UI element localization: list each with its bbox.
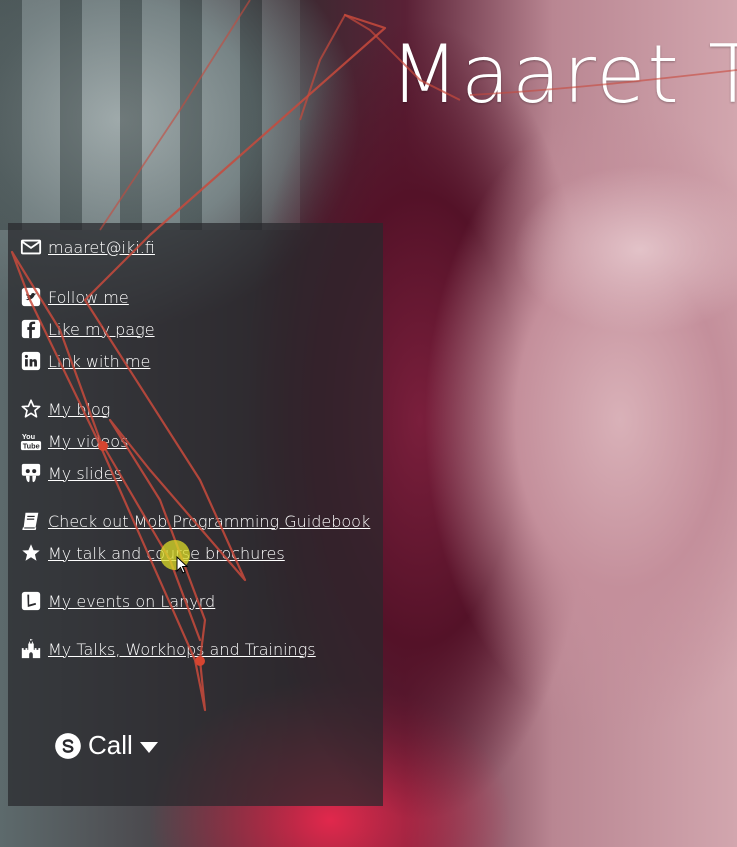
slides-label[interactable]: My slides xyxy=(48,464,122,483)
star-outline-icon xyxy=(20,398,42,420)
blog-link[interactable]: My blog xyxy=(20,398,110,420)
contact-panel: maaret@iki.fi Follow me Like my page Lin… xyxy=(8,223,383,806)
call-label[interactable]: Call xyxy=(88,730,133,761)
twitter-link[interactable]: Follow me xyxy=(20,286,129,308)
facebook-icon xyxy=(20,318,42,340)
mouse-pointer-icon xyxy=(176,556,188,574)
star-icon xyxy=(20,542,42,564)
svg-text:Tube: Tube xyxy=(23,441,40,450)
brochures-link[interactable]: My talk and course brochures xyxy=(20,542,285,564)
svg-text:You: You xyxy=(22,432,35,441)
facebook-label[interactable]: Like my page xyxy=(48,320,155,339)
page-title: Maaret T xyxy=(390,28,737,121)
videos-label[interactable]: My videos xyxy=(48,432,128,451)
videos-link[interactable]: You Tube My videos xyxy=(20,430,128,452)
twitter-label[interactable]: Follow me xyxy=(48,288,129,307)
email-link[interactable]: maaret@iki.fi xyxy=(20,236,155,258)
slideshare-icon xyxy=(20,462,42,484)
slides-link[interactable]: My slides xyxy=(20,462,122,484)
linkedin-link[interactable]: Link with me xyxy=(20,350,150,372)
mob-book-label[interactable]: Check out Mob Programming Guidebook xyxy=(48,512,370,531)
lanyrd-icon xyxy=(20,590,42,612)
book-icon xyxy=(20,510,42,532)
blog-label[interactable]: My blog xyxy=(48,400,110,419)
lanyrd-label[interactable]: My events on Lanyrd xyxy=(48,592,215,611)
envelope-icon xyxy=(20,236,42,258)
linkedin-icon xyxy=(20,350,42,372)
caret-down-icon[interactable] xyxy=(139,730,159,761)
twitter-icon xyxy=(20,286,42,308)
background-window xyxy=(0,0,300,230)
skype-call-button[interactable]: Call xyxy=(54,730,159,761)
talks-label[interactable]: My Talks, Workhops and Trainings xyxy=(48,640,316,659)
mob-book-link[interactable]: Check out Mob Programming Guidebook xyxy=(20,510,370,532)
facebook-link[interactable]: Like my page xyxy=(20,318,155,340)
youtube-icon: You Tube xyxy=(20,430,42,452)
talks-link[interactable]: My Talks, Workhops and Trainings xyxy=(20,638,316,660)
skype-icon xyxy=(54,732,82,760)
lanyrd-link[interactable]: My events on Lanyrd xyxy=(20,590,215,612)
linkedin-label[interactable]: Link with me xyxy=(48,352,150,371)
castle-icon xyxy=(20,638,42,660)
email-label[interactable]: maaret@iki.fi xyxy=(48,238,155,257)
